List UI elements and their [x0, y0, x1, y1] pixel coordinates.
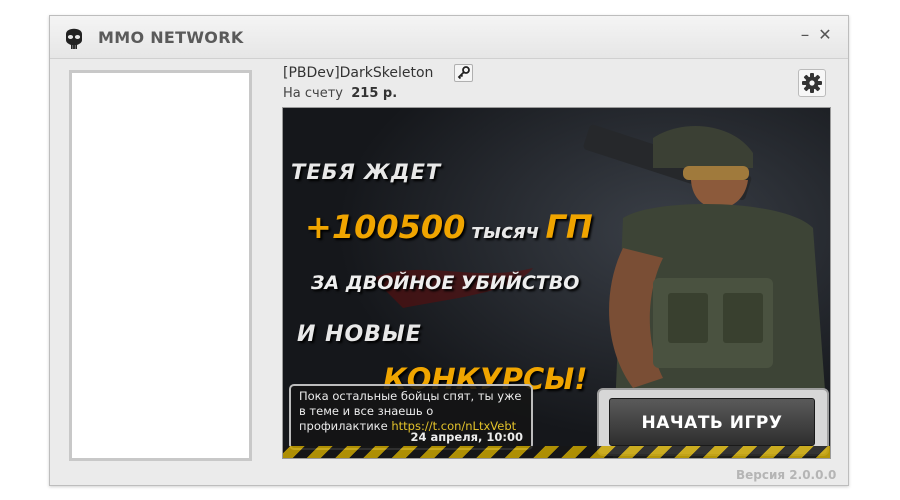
gear-icon [802, 73, 822, 93]
promo-unit: ГП [545, 208, 593, 246]
news-sidebar-panel [69, 70, 252, 461]
close-button[interactable]: ✕ [816, 25, 834, 45]
promo-amount: +100500 [305, 208, 466, 246]
balance-label: На счету [283, 86, 343, 101]
title-bar[interactable]: MMO NETWORK – ✕ [50, 16, 848, 59]
promo-line-2: +100500 тысяч ГП [305, 208, 593, 246]
news-date: 24 апреля, 10:00 [410, 430, 523, 444]
launcher-window: MMO NETWORK – ✕ [PBDev]DarkSkeleton На с… [49, 15, 849, 486]
start-game-button[interactable]: НАЧАТЬ ИГРУ [609, 398, 815, 446]
key-icon [457, 66, 470, 80]
promo-line-4: И НОВЫЕ [297, 322, 422, 347]
promo-line-1: ТЕБЯ ЖДЕТ [291, 160, 442, 184]
promo-banner[interactable]: ТЕБЯ ЖДЕТ +100500 тысяч ГП ЗА ДВОЙНОЕ УБИЙ… [282, 107, 831, 459]
version-label: Версия 2.0.0.0 [736, 468, 837, 482]
app-title: MMO NETWORK [98, 28, 244, 47]
promo-word: тысяч [471, 219, 540, 243]
minimize-button[interactable]: – [796, 25, 814, 45]
hazard-stripes-bottom [283, 446, 830, 458]
balance-value: 215 р. [351, 86, 398, 101]
balance: На счету 215 р. [283, 86, 397, 101]
change-password-button[interactable] [454, 64, 473, 82]
username: [PBDev]DarkSkeleton [283, 65, 434, 81]
skull-icon [66, 28, 82, 49]
news-box: Пока остальные бойцы спят, ты уже в теме… [289, 384, 533, 450]
settings-button[interactable] [798, 69, 826, 97]
promo-line-3: ЗА ДВОЙНОЕ УБИЙСТВО [311, 272, 580, 294]
